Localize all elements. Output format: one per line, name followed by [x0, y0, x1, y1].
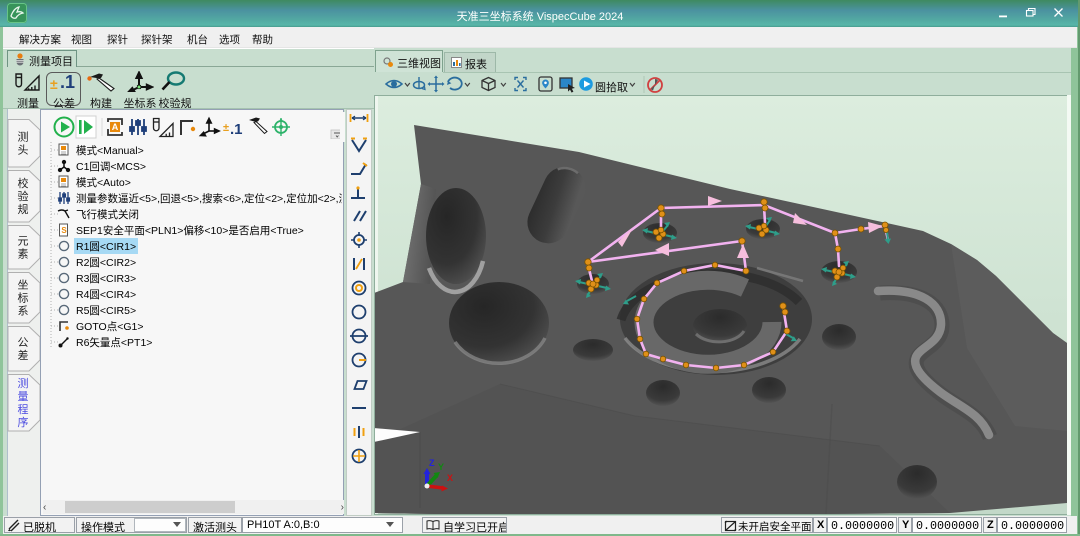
svg-text:差: 差: [18, 348, 29, 362]
svg-text:测: 测: [18, 377, 29, 390]
svg-text:量: 量: [18, 390, 29, 403]
svg-text:素: 素: [18, 248, 29, 261]
svg-text:头: 头: [18, 144, 29, 157]
svg-text:验: 验: [18, 189, 29, 203]
svg-text:公: 公: [18, 337, 29, 349]
svg-text:标: 标: [18, 291, 29, 305]
svg-text:±: ±: [223, 122, 229, 134]
svg-text:X: X: [447, 473, 453, 483]
svg-text:Z: Z: [429, 458, 435, 468]
svg-text:.1: .1: [230, 121, 243, 138]
svg-text:Y: Y: [438, 462, 444, 472]
svg-text:坐: 坐: [18, 279, 29, 292]
svg-text:元: 元: [18, 236, 29, 248]
svg-text:规: 规: [18, 202, 29, 216]
svg-text:S: S: [61, 226, 67, 235]
svg-text:程: 程: [18, 403, 29, 416]
svg-text:系: 系: [18, 305, 29, 318]
svg-text:测: 测: [18, 131, 29, 144]
svg-text:A: A: [112, 122, 119, 132]
svg-text:校: 校: [18, 176, 29, 190]
svg-text:序: 序: [18, 415, 29, 429]
